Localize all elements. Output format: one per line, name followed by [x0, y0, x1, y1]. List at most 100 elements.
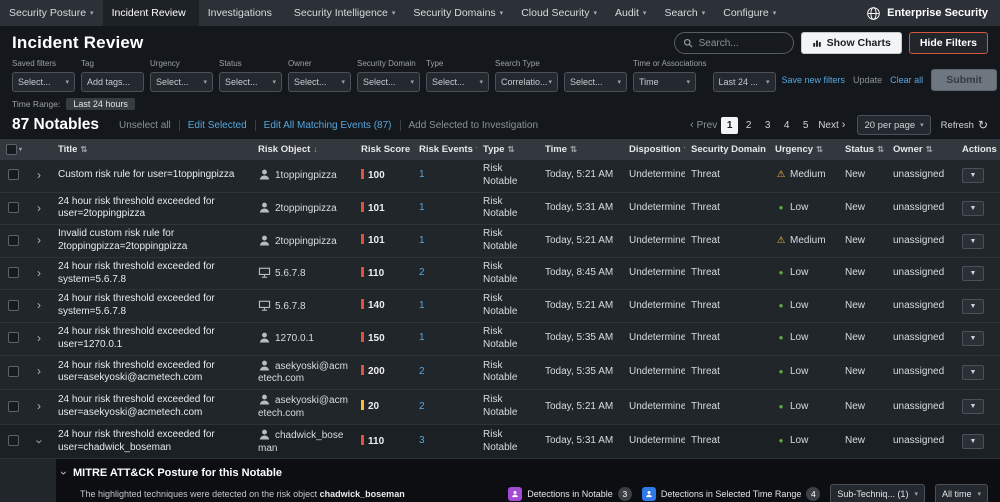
column-header[interactable]: Time⇅: [539, 139, 623, 160]
nav-item[interactable]: Security Domains ▾: [404, 0, 512, 26]
row-actions-button[interactable]: ▼: [962, 201, 984, 216]
column-header[interactable]: Security Domain⇅: [685, 139, 769, 160]
risk-events-link[interactable]: 1: [419, 169, 425, 180]
sort-icon[interactable]: ⇅: [877, 144, 884, 154]
row-checkbox[interactable]: [8, 300, 19, 311]
sort-icon[interactable]: ⇅: [816, 144, 823, 154]
filter-select[interactable]: Select... ▾: [12, 72, 75, 92]
hide-filters-button[interactable]: Hide Filters: [909, 32, 988, 54]
row-actions-button[interactable]: ▼: [962, 299, 984, 314]
risk-events-link[interactable]: 1: [419, 202, 425, 213]
row-expand-icon[interactable]: ›: [37, 298, 41, 313]
subtechniques-dropdown[interactable]: Sub-Techniq... (1)▾: [830, 484, 925, 502]
column-header[interactable]: Risk Object↓: [252, 139, 355, 160]
filter-select[interactable]: Select... ▾: [564, 72, 627, 92]
risk-events-link[interactable]: 1: [419, 235, 425, 246]
page-button[interactable]: 1: [721, 117, 738, 134]
nav-item[interactable]: Configure ▾: [714, 0, 785, 26]
sort-icon[interactable]: ⇅: [80, 144, 87, 154]
column-header[interactable]: Risk Events⇅: [413, 139, 477, 160]
mitre-time-dropdown[interactable]: All time▾: [935, 484, 988, 502]
next-page-button[interactable]: Next›: [818, 119, 845, 131]
select-all-checkbox[interactable]: [6, 144, 17, 155]
row-expand-icon[interactable]: ›: [37, 399, 41, 414]
sort-icon[interactable]: ↓: [313, 144, 317, 154]
refresh-button[interactable]: Refresh↻: [941, 118, 988, 132]
filter-select[interactable]: Correlatio... ▾: [495, 72, 558, 92]
row-actions-button[interactable]: ▼: [962, 266, 984, 281]
submit-button[interactable]: Submit: [931, 69, 997, 91]
column-header[interactable]: Actions: [956, 139, 1000, 160]
toolbar-action[interactable]: Unselect all: [111, 120, 179, 131]
row-expand-icon[interactable]: ›: [37, 201, 41, 216]
row-checkbox[interactable]: [8, 267, 19, 278]
row-checkbox[interactable]: [8, 169, 19, 180]
row-expand-icon[interactable]: ›: [37, 331, 41, 346]
risk-events-link[interactable]: 3: [419, 435, 425, 446]
row-actions-button[interactable]: ▼: [962, 234, 984, 249]
row-checkbox[interactable]: [8, 235, 19, 246]
row-checkbox[interactable]: [8, 435, 19, 446]
sort-icon[interactable]: ⇅: [684, 144, 685, 154]
chevron-down-icon[interactable]: ▾: [19, 147, 22, 153]
page-button[interactable]: 5: [797, 117, 814, 134]
nav-item[interactable]: Security Intelligence ▾: [285, 0, 404, 26]
filter-select[interactable]: Add tags...: [81, 72, 144, 92]
row-expand-icon[interactable]: ›: [37, 233, 41, 248]
prev-page-button[interactable]: ‹Prev: [690, 119, 717, 131]
filter-select[interactable]: Select... ▾: [288, 72, 351, 92]
toolbar-action[interactable]: Add Selected to Investigation: [400, 120, 547, 131]
toolbar-action[interactable]: Edit All Matching Events (87): [255, 120, 400, 131]
row-expand-icon[interactable]: ›: [31, 439, 46, 443]
nav-item[interactable]: Search ▾: [655, 0, 714, 26]
row-expand-icon[interactable]: ›: [37, 168, 41, 183]
search-input[interactable]: [697, 37, 785, 50]
row-actions-button[interactable]: ▼: [962, 365, 984, 380]
row-expand-icon[interactable]: ›: [37, 266, 41, 281]
page-button[interactable]: 2: [740, 117, 757, 134]
column-header[interactable]: Owner⇅: [887, 139, 956, 160]
risk-events-link[interactable]: 2: [419, 401, 425, 412]
nav-item[interactable]: Cloud Security ▾: [512, 0, 606, 26]
page-button[interactable]: 3: [759, 117, 776, 134]
time-range-chip[interactable]: Last 24 hours: [66, 98, 135, 110]
risk-events-link[interactable]: 2: [419, 267, 425, 278]
risk-events-link[interactable]: 1: [419, 332, 425, 343]
row-checkbox[interactable]: [8, 332, 19, 343]
toolbar-action[interactable]: Edit Selected: [179, 120, 255, 131]
column-header[interactable]: Risk Score⇅: [355, 139, 413, 160]
row-checkbox[interactable]: [8, 401, 19, 412]
show-charts-button[interactable]: Show Charts: [801, 32, 902, 54]
column-header[interactable]: Title⇅: [52, 139, 252, 160]
nav-item[interactable]: Investigations: [199, 0, 285, 26]
nav-item[interactable]: Incident Review: [103, 0, 199, 26]
filter-select[interactable]: Select... ▾: [426, 72, 489, 92]
row-actions-button[interactable]: ▼: [962, 331, 984, 346]
filter-select[interactable]: Last 24 ... ▾: [713, 72, 776, 92]
per-page-select[interactable]: 20 per page▾: [857, 115, 930, 135]
row-checkbox[interactable]: [8, 202, 19, 213]
column-header[interactable]: Status⇅: [839, 139, 887, 160]
sort-icon[interactable]: ⇅: [570, 144, 577, 154]
column-header[interactable]: Urgency⇅: [769, 139, 839, 160]
row-actions-button[interactable]: ▼: [962, 434, 984, 449]
filter-action-link[interactable]: Clear all: [890, 75, 923, 85]
page-button[interactable]: 4: [778, 117, 795, 134]
risk-events-link[interactable]: 2: [419, 366, 425, 377]
filter-select[interactable]: Select... ▾: [219, 72, 282, 92]
filter-select[interactable]: Select... ▾: [357, 72, 420, 92]
row-checkbox[interactable]: [8, 366, 19, 377]
filter-action-link[interactable]: Update: [853, 75, 882, 85]
filter-select[interactable]: Time ▾: [633, 72, 696, 92]
sort-icon[interactable]: ⇅: [926, 144, 933, 154]
search-box[interactable]: [674, 32, 794, 54]
sort-icon[interactable]: ⇅: [476, 144, 477, 154]
row-actions-button[interactable]: ▼: [962, 168, 984, 183]
column-header[interactable]: Disposition⇅: [623, 139, 685, 160]
collapse-icon[interactable]: ›: [57, 471, 71, 475]
row-actions-button[interactable]: ▼: [962, 399, 984, 414]
risk-events-link[interactable]: 1: [419, 300, 425, 311]
nav-item[interactable]: Security Posture ▾: [0, 0, 103, 26]
nav-item[interactable]: Audit ▾: [606, 0, 655, 26]
row-expand-icon[interactable]: ›: [37, 364, 41, 379]
